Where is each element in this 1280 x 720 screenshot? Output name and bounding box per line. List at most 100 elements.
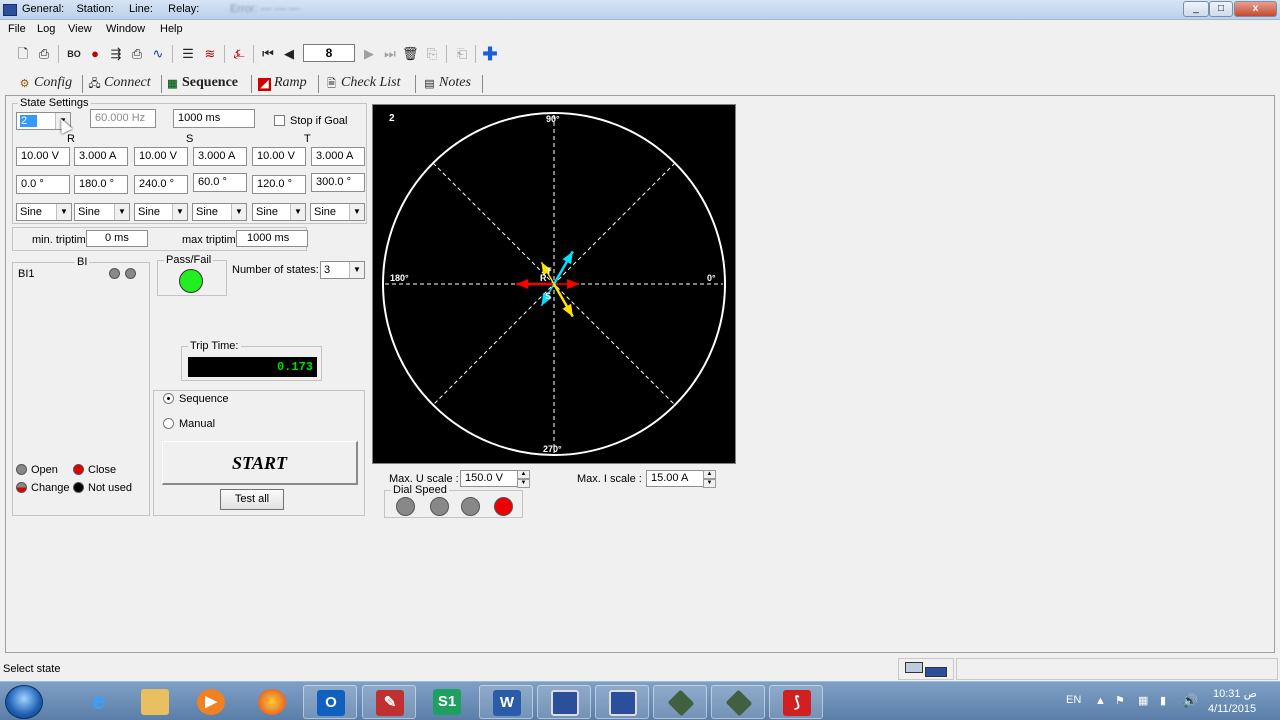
print-icon[interactable]: ⎙	[36, 46, 52, 62]
taskbar-app[interactable]: ✎	[362, 685, 416, 719]
phase-s-voltage-waveform[interactable]: Sine ▼	[134, 203, 188, 221]
phase-r-current[interactable]: 3.000 A	[74, 147, 128, 166]
dial-speed-4[interactable]	[494, 497, 513, 516]
phase-r-voltage-waveform[interactable]: Sine ▼	[16, 203, 72, 221]
clock-date[interactable]: 4/11/2015	[1208, 703, 1256, 715]
language-indicator[interactable]: EN	[1066, 694, 1081, 706]
dial-speed-3[interactable]	[461, 497, 480, 516]
list-icon[interactable]: ☰	[180, 46, 196, 62]
taskbar-explorer[interactable]	[128, 685, 182, 719]
tab-sequence[interactable]: ▦ Sequence	[164, 75, 238, 95]
tab-config[interactable]: ⚙ Config	[16, 75, 73, 95]
previous-state-icon[interactable]: ◀	[281, 46, 297, 62]
phase-s-voltage[interactable]: 10.00 V	[134, 147, 188, 166]
phase-r-current-waveform[interactable]: Sine ▼	[74, 203, 130, 221]
battery-icon[interactable]: ▮	[1160, 694, 1166, 707]
taskbar-firefox[interactable]	[245, 685, 299, 719]
relay-config-icon[interactable]: ⇶	[108, 46, 124, 62]
chevron-down-icon[interactable]: ▼	[231, 204, 246, 220]
tab-ramp[interactable]: ◢ Ramp	[256, 75, 307, 95]
last-state-icon[interactable]: ⏭	[382, 46, 398, 62]
max-i-scale-field[interactable]: 15.00 A	[646, 470, 704, 487]
phase-s-current-angle[interactable]: 60.0 °	[193, 173, 247, 192]
tray-expand-icon[interactable]: ▲	[1095, 695, 1106, 707]
max-u-scale-field[interactable]: 150.0 V	[460, 470, 518, 487]
graph-icon[interactable]: ⍼	[231, 46, 247, 62]
max-i-scale-spinner[interactable]: ▲ ▼	[703, 470, 716, 488]
chevron-down-icon[interactable]: ▼	[290, 204, 305, 220]
chevron-down-icon[interactable]: ▼	[114, 204, 129, 220]
phase-t-current-waveform[interactable]: Sine ▼	[310, 203, 365, 221]
number-of-states-select[interactable]: 3 ▼	[320, 261, 365, 279]
phase-r-voltage[interactable]: 10.00 V	[16, 147, 70, 166]
network-icon[interactable]: ▦	[1138, 694, 1148, 707]
taskbar-relay-4[interactable]	[711, 685, 765, 719]
delete-state-icon[interactable]: 🗑	[402, 46, 419, 62]
tab-notes[interactable]: ▤ Notes	[421, 75, 471, 95]
frequency-field[interactable]: 60.000 Hz	[90, 109, 156, 128]
new-file-icon[interactable]: 🗋	[15, 46, 31, 62]
chevron-down-icon[interactable]: ▼	[56, 204, 71, 220]
chevron-down-icon[interactable]: ▼	[349, 262, 364, 278]
max-u-scale-spinner[interactable]: ▲ ▼	[517, 470, 530, 488]
taskbar-ie[interactable]: e	[72, 685, 126, 719]
dial-speed-2[interactable]	[430, 497, 449, 516]
sequence-radio[interactable]	[163, 393, 174, 404]
phase-s-voltage-angle[interactable]: 240.0 °	[134, 175, 188, 194]
dial-speed-1[interactable]	[396, 497, 415, 516]
menu-help[interactable]: Help	[160, 23, 183, 35]
taskbar-media[interactable]: ▶	[184, 685, 238, 719]
phase-t-voltage-angle[interactable]: 120.0 °	[252, 175, 306, 194]
printer-setup-icon[interactable]: ⎙	[129, 46, 145, 62]
clock-time[interactable]: 10:31 ص	[1213, 687, 1257, 700]
taskbar-relay-2[interactable]	[595, 685, 649, 719]
max-triptime-field[interactable]: 1000 ms	[236, 230, 308, 247]
taskbar-relay-1[interactable]	[537, 685, 591, 719]
taskbar-relay-3[interactable]	[653, 685, 707, 719]
minimize-button[interactable]: _	[1183, 1, 1209, 17]
copy-state-icon[interactable]: ⎘	[424, 46, 440, 62]
phase-s-current[interactable]: 3.000 A	[193, 147, 247, 166]
spin-up-icon[interactable]: ▲	[517, 470, 530, 479]
volume-icon[interactable]: 🔊	[1182, 693, 1198, 709]
phase-t-voltage-waveform[interactable]: Sine ▼	[252, 203, 306, 221]
close-button[interactable]: x	[1234, 1, 1277, 17]
test-all-button[interactable]: Test all	[220, 489, 284, 510]
start-button[interactable]: START	[162, 441, 358, 485]
spin-down-icon[interactable]: ▼	[517, 479, 530, 488]
phase-r-voltage-angle[interactable]: 0.0 °	[16, 175, 70, 194]
taskbar-word[interactable]: W	[479, 685, 533, 719]
add-state-icon[interactable]: ✚	[482, 45, 498, 63]
phase-t-current[interactable]: 3.000 A	[311, 147, 365, 166]
tab-check-list[interactable]: 🗎 Check List	[323, 75, 400, 95]
menu-file[interactable]: File	[8, 23, 26, 35]
start-orb-icon[interactable]	[5, 685, 43, 719]
phase-t-voltage[interactable]: 10.00 V	[252, 147, 306, 166]
waveform-icon[interactable]: ∿	[150, 46, 166, 62]
chevron-down-icon[interactable]: ▼	[349, 204, 364, 220]
phase-r-current-angle[interactable]: 180.0 °	[74, 175, 128, 194]
manual-radio[interactable]	[163, 418, 174, 429]
taskbar-pdf[interactable]: ⟆	[769, 685, 823, 719]
tab-connect[interactable]: 🖧 Connect	[86, 75, 150, 95]
first-state-icon[interactable]: ⏮	[260, 46, 276, 62]
min-triptime-field[interactable]: 0 ms	[86, 230, 148, 247]
phase-s-current-waveform[interactable]: Sine ▼	[192, 203, 247, 221]
signal-icon[interactable]: ≋	[202, 46, 218, 62]
binary-output-icon[interactable]: BO	[66, 46, 82, 62]
record-icon[interactable]: ●	[87, 46, 103, 62]
menu-view[interactable]: View	[68, 23, 92, 35]
next-state-icon[interactable]: ▶	[361, 46, 377, 62]
menu-window[interactable]: Window	[106, 23, 145, 35]
taskbar-s1[interactable]: S1	[420, 685, 474, 719]
spin-down-icon[interactable]: ▼	[703, 479, 716, 488]
stop-if-goal-checkbox[interactable]	[274, 115, 285, 126]
chevron-down-icon[interactable]: ▼	[172, 204, 187, 220]
insert-state-icon[interactable]: ⎗	[454, 46, 470, 62]
taskbar-outlook[interactable]: O	[303, 685, 357, 719]
maximize-button[interactable]: □	[1209, 1, 1233, 17]
menu-log[interactable]: Log	[37, 23, 55, 35]
duration-field[interactable]: 1000 ms	[173, 109, 255, 128]
state-number-field[interactable]: 8	[303, 44, 355, 62]
flag-icon[interactable]: ⚑	[1115, 694, 1125, 707]
